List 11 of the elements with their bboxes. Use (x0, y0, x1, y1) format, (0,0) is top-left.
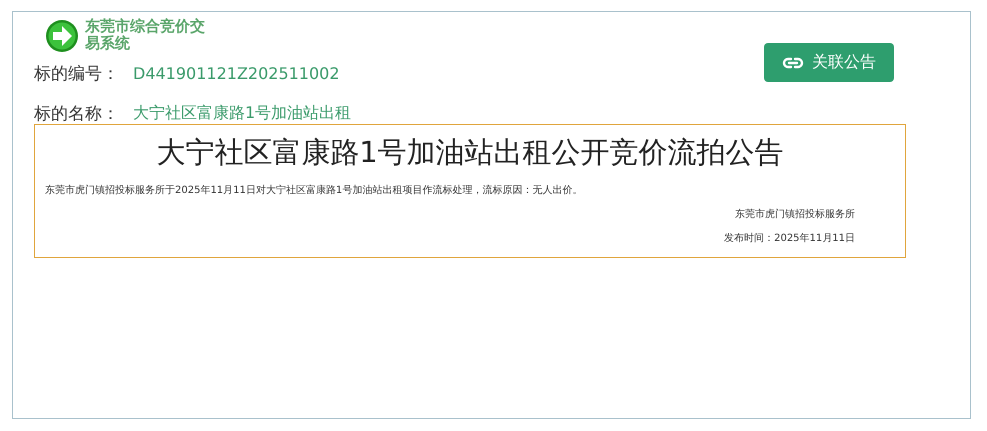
field-value: 大宁社区富康路1号加油站出租 (133, 102, 352, 124)
issuer-text: 东莞市虎门镇招投标服务所 (735, 209, 855, 220)
notice-body: 东莞市虎门镇招投标服务所于2025年11月11日对大宁社区富康路1号加油站出租项目作流标处理，流标原因：无人出价。 (45, 184, 584, 197)
publish-date: 发布时间：2025年11月11日 (724, 233, 855, 244)
field-value: D441901121Z202511002 (133, 64, 340, 82)
system-title: 东莞市综合竞价交易系统 (85, 18, 206, 52)
field-label: 标的编号： (34, 62, 119, 84)
field-label: 标的名称： (34, 102, 119, 124)
link-icon (782, 56, 804, 68)
related-notice-button[interactable]: 关联公告 (764, 43, 894, 82)
notice-title: 大宁社区富康路1号加油站出租公开竞价流拍公告 (155, 134, 785, 171)
